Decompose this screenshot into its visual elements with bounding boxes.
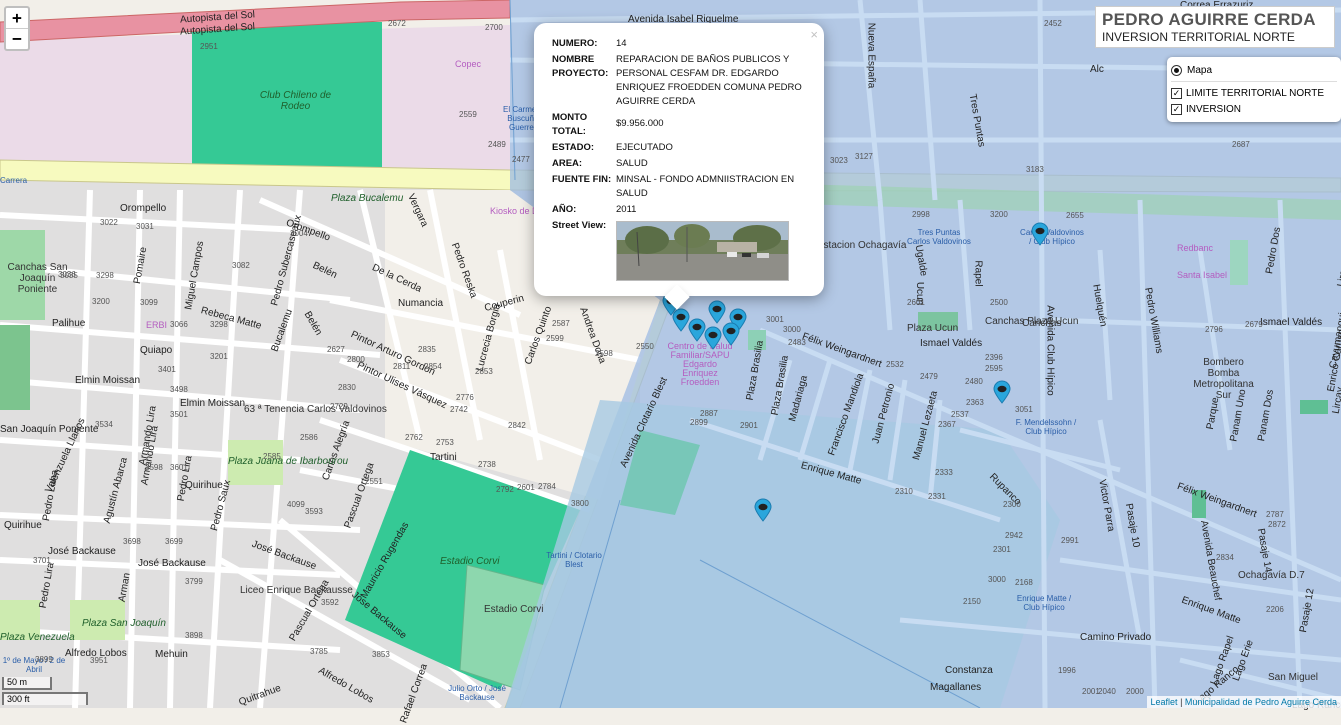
popup-key: Street View: bbox=[552, 220, 607, 231]
popup-row: Street View: bbox=[552, 219, 806, 283]
layers-separator bbox=[1171, 81, 1337, 82]
map-subtitle: INVERSION TERRITORIAL NORTE bbox=[1102, 30, 1295, 44]
layer-label-inversion: INVERSION bbox=[1186, 103, 1242, 115]
layer-checkbox-inversion[interactable]: ✓ INVERSION bbox=[1171, 101, 1337, 117]
popup-close-button[interactable]: × bbox=[810, 27, 818, 42]
popup-row: NUMERO: 14 bbox=[552, 37, 806, 53]
popup-key: NUMERO: bbox=[552, 38, 598, 49]
popup-row: AÑO: 2011 bbox=[552, 203, 806, 219]
street-view-photo bbox=[617, 222, 788, 280]
radio-icon[interactable] bbox=[1171, 64, 1182, 76]
popup-street-view bbox=[614, 219, 806, 283]
zoom-out-button[interactable]: − bbox=[6, 28, 28, 49]
popup-row: ESTADO: EJECUTADO bbox=[552, 141, 806, 157]
attribution-sep: | bbox=[1177, 697, 1185, 707]
popup-key: FUENTE FIN: bbox=[552, 174, 612, 185]
investment-marker-icon[interactable] bbox=[722, 322, 740, 346]
map-canvas[interactable]: Autopista del Sol Autopista del Sol Avenid… bbox=[0, 0, 1341, 725]
popup-value: 14 bbox=[616, 38, 627, 49]
club-rodeo-area bbox=[192, 22, 382, 167]
investment-marker-icon[interactable] bbox=[704, 326, 722, 350]
popup-key: NOMBRE PROYECTO: bbox=[552, 54, 609, 79]
checkbox-checked-icon[interactable]: ✓ bbox=[1171, 103, 1182, 115]
zoom-in-button[interactable]: + bbox=[6, 8, 28, 28]
investment-marker-icon[interactable] bbox=[708, 300, 726, 324]
popup-value: 2011 bbox=[616, 204, 637, 215]
leaflet-link[interactable]: Leaflet bbox=[1151, 697, 1178, 707]
scale-imperial: 300 ft bbox=[2, 692, 88, 705]
popup-value: REPARACION DE BAÑOS PUBLICOS Y PERSONAL … bbox=[616, 54, 802, 107]
attribution: Leaflet | Municipalidad de Pedro Aguirre… bbox=[1146, 696, 1341, 708]
investment-marker-icon[interactable] bbox=[993, 380, 1011, 404]
layer-radio-mapa[interactable]: Mapa bbox=[1171, 62, 1337, 78]
popup-value: $9.956.000 bbox=[616, 118, 664, 129]
popup-row: NOMBRE PROYECTO: REPARACION DE BAÑOS PUB… bbox=[552, 53, 806, 111]
map-title-box: PEDRO AGUIRRE CERDA INVERSION TERRITORIA… bbox=[1095, 6, 1335, 48]
scale-bar: 50 m 300 ft bbox=[2, 675, 88, 705]
popup-key: AÑO: bbox=[552, 204, 577, 215]
popup-key: ESTADO: bbox=[552, 142, 595, 153]
zoom-control: + − bbox=[4, 6, 30, 51]
investment-marker-icon[interactable] bbox=[1031, 222, 1049, 246]
layers-control: Mapa ✓ LIMITE TERRITORIAL NORTE ✓ INVERS… bbox=[1167, 57, 1341, 122]
owner-link[interactable]: Municipalidad de Pedro Aguirre Cerda bbox=[1185, 697, 1337, 707]
popup-row: AREA: SALUD bbox=[552, 157, 806, 173]
map-title: PEDRO AGUIRRE CERDA bbox=[1102, 10, 1316, 29]
layer-checkbox-limite[interactable]: ✓ LIMITE TERRITORIAL NORTE bbox=[1171, 85, 1337, 101]
popup-value: SALUD bbox=[616, 158, 648, 169]
scale-metric: 50 m bbox=[2, 677, 52, 690]
popup-key: AREA: bbox=[552, 158, 583, 169]
popup-row: FUENTE FIN: MINSAL - FONDO ADMNIISTRACIO… bbox=[552, 173, 806, 203]
layer-label-mapa: Mapa bbox=[1187, 64, 1213, 76]
popup-value: MINSAL - FONDO ADMNIISTRACION EN SALUD bbox=[616, 174, 795, 199]
popup-table: NUMERO: 14 NOMBRE PROYECTO: REPARACION D… bbox=[552, 37, 806, 283]
layer-label-limite: LIMITE TERRITORIAL NORTE bbox=[1186, 87, 1324, 99]
street-view-image[interactable] bbox=[616, 221, 789, 281]
popup-value: EJECUTADO bbox=[616, 142, 673, 153]
popup-key: MONTO TOTAL: bbox=[552, 112, 588, 137]
investment-marker-icon[interactable] bbox=[754, 498, 772, 522]
popup-row: MONTO TOTAL: $9.956.000 bbox=[552, 111, 806, 141]
checkbox-checked-icon[interactable]: ✓ bbox=[1171, 87, 1182, 99]
info-popup: × NUMERO: 14 NOMBRE PROYECTO: REPARACION… bbox=[534, 23, 824, 310]
